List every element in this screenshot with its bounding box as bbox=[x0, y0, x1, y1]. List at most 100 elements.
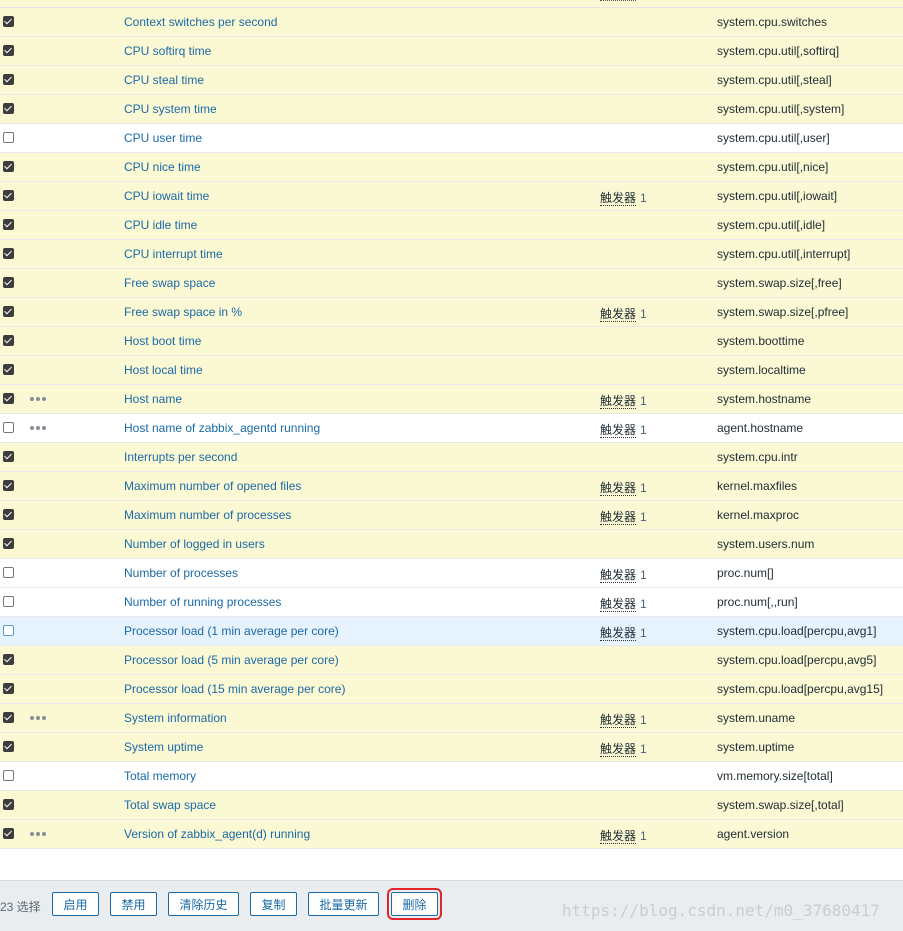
row-checkbox[interactable] bbox=[3, 45, 14, 56]
item-name-link[interactable]: Host name bbox=[124, 392, 182, 406]
item-key: agent.hostname bbox=[717, 421, 804, 435]
item-name-link[interactable]: Processor load (5 min average per core) bbox=[124, 653, 339, 667]
item-key: proc.num[,,run] bbox=[717, 595, 798, 609]
row-checkbox[interactable] bbox=[3, 799, 14, 810]
item-key: system.boottime bbox=[717, 334, 805, 348]
row-checkbox[interactable] bbox=[3, 161, 14, 172]
item-key: system.cpu.load[percpu,avg15] bbox=[717, 682, 884, 696]
disable-button[interactable]: 禁用 bbox=[110, 892, 157, 916]
item-name-link[interactable]: CPU system time bbox=[124, 102, 217, 116]
row-checkbox[interactable] bbox=[3, 16, 14, 27]
row-checkbox[interactable] bbox=[3, 712, 14, 723]
item-name-link[interactable]: Number of logged in users bbox=[124, 537, 265, 551]
item-name-link[interactable]: Free swap space in % bbox=[124, 305, 242, 319]
table-row: Processor load (1 min average per core) 触… bbox=[0, 617, 903, 646]
enable-button[interactable]: 启用 bbox=[52, 892, 99, 916]
row-checkbox[interactable] bbox=[3, 219, 14, 230]
triggers-link[interactable]: 触发器 1 bbox=[600, 566, 647, 583]
item-name-link[interactable]: CPU nice time bbox=[124, 160, 201, 174]
row-checkbox[interactable] bbox=[3, 480, 14, 491]
item-name-link[interactable]: Context switches per second bbox=[124, 15, 277, 29]
item-name-link[interactable]: Number of processes bbox=[124, 566, 238, 580]
item-key: system.cpu.util[,user] bbox=[717, 131, 830, 145]
triggers-label: 触发器 bbox=[600, 626, 637, 641]
more-actions-icon[interactable] bbox=[30, 709, 48, 725]
item-name-link[interactable]: Number of running processes bbox=[124, 595, 281, 609]
item-key: system.localtime bbox=[717, 363, 806, 377]
row-checkbox[interactable] bbox=[3, 451, 14, 462]
row-checkbox[interactable] bbox=[3, 132, 14, 143]
more-actions-icon[interactable] bbox=[30, 390, 48, 406]
item-name-link[interactable]: Host name of zabbix_agentd running bbox=[124, 421, 320, 435]
delete-button[interactable]: 删除 bbox=[387, 888, 442, 920]
item-key: system.cpu.util[,system] bbox=[717, 102, 845, 116]
item-name-link[interactable]: Free swap space bbox=[124, 276, 215, 290]
row-checkbox[interactable] bbox=[3, 741, 14, 752]
item-name-link[interactable]: Version of zabbix_agent(d) running bbox=[124, 827, 310, 841]
item-key: system.cpu.load[percpu,avg1] bbox=[717, 624, 877, 638]
row-checkbox[interactable] bbox=[3, 625, 14, 636]
row-checkbox[interactable] bbox=[3, 422, 14, 433]
table-row: System information 触发器 1 system.uname bbox=[0, 704, 903, 733]
row-checkbox[interactable] bbox=[3, 103, 14, 114]
item-name-link[interactable]: Total memory bbox=[124, 769, 196, 783]
row-checkbox[interactable] bbox=[3, 190, 14, 201]
triggers-link[interactable]: 触发器 1 bbox=[600, 189, 647, 206]
table-row: Host boot time system.boottime bbox=[0, 327, 903, 356]
item-name-link[interactable]: Host local time bbox=[124, 363, 203, 377]
item-name-link[interactable]: CPU steal time bbox=[124, 73, 204, 87]
triggers-link[interactable]: 触发器 1 bbox=[600, 421, 647, 438]
row-checkbox[interactable] bbox=[3, 828, 14, 839]
triggers-link[interactable]: 触发器 1 bbox=[600, 305, 647, 322]
row-checkbox[interactable] bbox=[3, 683, 14, 694]
row-checkbox[interactable] bbox=[3, 74, 14, 85]
item-name-link[interactable]: CPU interrupt time bbox=[124, 247, 223, 261]
item-name-link[interactable]: CPU softirq time bbox=[124, 44, 211, 58]
row-checkbox[interactable] bbox=[3, 654, 14, 665]
triggers-label: 触发器 bbox=[600, 597, 637, 612]
item-name-link[interactable]: Total swap space bbox=[124, 798, 216, 812]
triggers-link[interactable]: 触发器 1 bbox=[600, 479, 647, 496]
row-checkbox[interactable] bbox=[3, 538, 14, 549]
item-name-link[interactable]: System uptime bbox=[124, 740, 203, 754]
item-name-link[interactable]: System information bbox=[124, 711, 227, 725]
item-name-link[interactable]: Maximum number of opened files bbox=[124, 479, 301, 493]
copy-button[interactable]: 复制 bbox=[250, 892, 297, 916]
triggers-count: 1 bbox=[640, 597, 647, 611]
triggers-link[interactable]: 触发器 1 bbox=[600, 624, 647, 641]
watermark: https://blog.csdn.net/m0_37680417 bbox=[562, 901, 880, 920]
item-name-link[interactable]: Interrupts per second bbox=[124, 450, 237, 464]
row-checkbox[interactable] bbox=[3, 364, 14, 375]
row-checkbox[interactable] bbox=[3, 306, 14, 317]
row-checkbox[interactable] bbox=[3, 393, 14, 404]
items-table-body: Context switches per second system.cpu.sw… bbox=[0, 8, 903, 849]
row-checkbox[interactable] bbox=[3, 509, 14, 520]
item-key: kernel.maxproc bbox=[717, 508, 800, 522]
triggers-link[interactable]: 触发器 1 bbox=[600, 508, 647, 525]
item-name-link[interactable]: CPU user time bbox=[124, 131, 202, 145]
more-actions-icon[interactable] bbox=[30, 825, 48, 841]
row-checkbox[interactable] bbox=[3, 248, 14, 259]
item-name-link[interactable]: CPU iowait time bbox=[124, 189, 209, 203]
item-name-link[interactable]: Maximum number of processes bbox=[124, 508, 291, 522]
triggers-count: 1 bbox=[640, 713, 647, 727]
triggers-link[interactable]: 触发器 1 bbox=[600, 711, 647, 728]
triggers-link[interactable]: 触发器 1 bbox=[600, 827, 647, 844]
triggers-link[interactable]: 触发器 1 bbox=[600, 392, 647, 409]
item-name-link[interactable]: Processor load (15 min average per core) bbox=[124, 682, 345, 696]
row-checkbox[interactable] bbox=[3, 770, 14, 781]
clear-history-button[interactable]: 清除历史 bbox=[168, 892, 239, 916]
row-checkbox[interactable] bbox=[3, 335, 14, 346]
item-name-link[interactable]: Processor load (1 min average per core) bbox=[124, 624, 339, 638]
row-checkbox[interactable] bbox=[3, 277, 14, 288]
table-row: CPU idle time system.cpu.util[,idle] bbox=[0, 211, 903, 240]
item-name-link[interactable]: Host boot time bbox=[124, 334, 201, 348]
triggers-link[interactable]: 触发器 1 bbox=[600, 740, 647, 757]
mass-update-button[interactable]: 批量更新 bbox=[308, 892, 379, 916]
table-row: Number of logged in users system.users.nu… bbox=[0, 530, 903, 559]
more-actions-icon[interactable] bbox=[30, 419, 48, 435]
item-name-link[interactable]: CPU idle time bbox=[124, 218, 197, 232]
row-checkbox[interactable] bbox=[3, 596, 14, 607]
row-checkbox[interactable] bbox=[3, 567, 14, 578]
triggers-link[interactable]: 触发器 1 bbox=[600, 595, 647, 612]
